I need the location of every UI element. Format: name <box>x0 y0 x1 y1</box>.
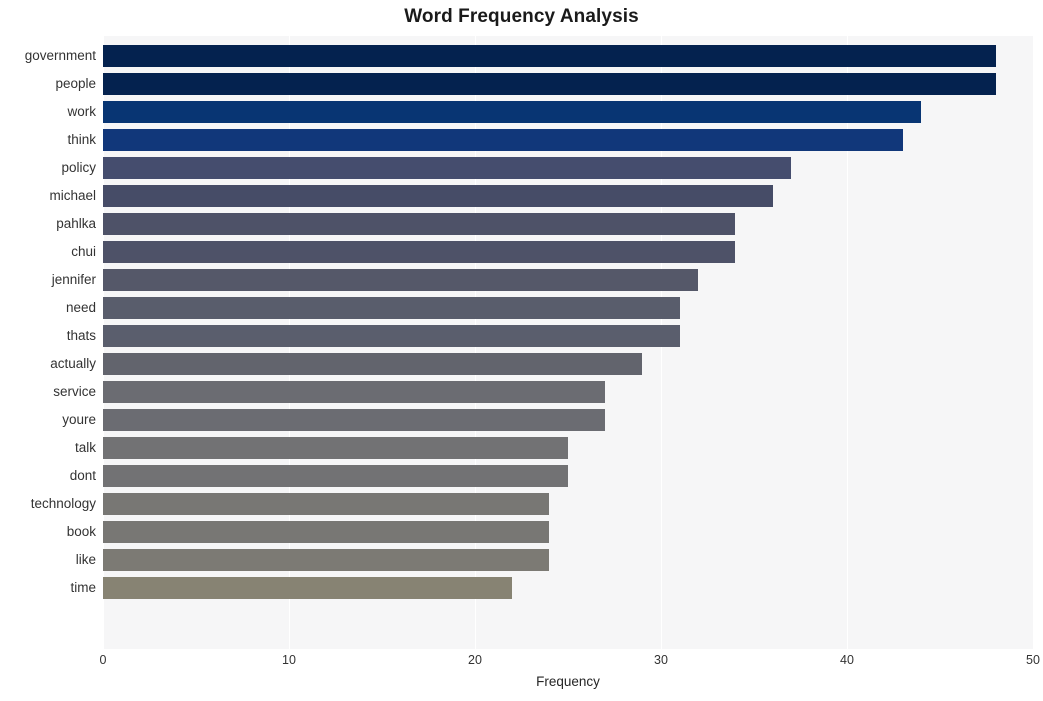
bar-row <box>103 294 1033 322</box>
bar-michael <box>103 185 773 207</box>
bar-row <box>103 42 1033 70</box>
bar-row <box>103 98 1033 126</box>
bar-think <box>103 129 903 151</box>
bar-row <box>103 546 1033 574</box>
y-axis-tick-labels: government people work think policy michael pa… <box>0 36 96 649</box>
bar-row <box>103 462 1033 490</box>
y-tick-label-work: work <box>67 104 96 119</box>
bar-thats <box>103 325 680 347</box>
x-axis-tick-labels: 0 10 20 30 40 50 <box>99 649 1040 675</box>
y-tick-label-like: like <box>75 552 96 567</box>
bar-service <box>103 381 606 403</box>
bar-row <box>103 266 1033 294</box>
x-tick-label-40: 40 <box>840 653 854 667</box>
y-tick-label-technology: technology <box>30 496 96 511</box>
bar-actually <box>103 353 643 375</box>
bar-need <box>103 297 680 319</box>
gridline-50 <box>1033 36 1034 649</box>
bar-row <box>103 434 1033 462</box>
bar-government <box>103 45 996 67</box>
bar-talk <box>103 437 568 459</box>
y-tick-label-policy: policy <box>61 160 96 175</box>
bar-chui <box>103 241 736 263</box>
bar-row <box>103 490 1033 518</box>
y-tick-label-government: government <box>24 48 96 63</box>
y-tick-label-book: book <box>66 524 96 539</box>
bar-row <box>103 406 1033 434</box>
plot-area <box>103 36 1034 649</box>
bar-row <box>103 210 1033 238</box>
bar-row <box>103 378 1033 406</box>
bar-work <box>103 101 922 123</box>
y-tick-label-need: need <box>65 300 96 315</box>
bar-youre <box>103 409 606 431</box>
x-tick-label-10: 10 <box>282 653 296 667</box>
y-tick-label-think: think <box>67 132 96 147</box>
bar-row <box>103 126 1033 154</box>
bar-technology <box>103 493 550 515</box>
y-tick-label-thats: thats <box>66 328 96 343</box>
y-tick-label-people: people <box>55 76 96 91</box>
y-tick-label-time: time <box>70 580 96 595</box>
bar-dont <box>103 465 568 487</box>
x-tick-label-30: 30 <box>654 653 668 667</box>
y-tick-label-michael: michael <box>49 188 96 203</box>
x-axis-label: Frequency <box>536 674 600 689</box>
bar-row <box>103 182 1033 210</box>
bar-row <box>103 322 1033 350</box>
bar-book <box>103 521 550 543</box>
x-tick-label-20: 20 <box>468 653 482 667</box>
y-tick-label-youre: youre <box>62 412 96 427</box>
y-tick-label-pahlka: pahlka <box>56 216 96 231</box>
bar-jennifer <box>103 269 699 291</box>
bar-row <box>103 518 1033 546</box>
y-tick-label-actually: actually <box>50 356 96 371</box>
bar-like <box>103 549 550 571</box>
word-frequency-chart: Word Frequency Analysis government people… <box>0 0 1043 701</box>
y-tick-label-talk: talk <box>74 440 96 455</box>
bar-row <box>103 154 1033 182</box>
bar-policy <box>103 157 792 179</box>
bar-row <box>103 574 1033 602</box>
bar-time <box>103 577 513 599</box>
x-tick-label-50: 50 <box>1026 653 1040 667</box>
bar-row <box>103 70 1033 98</box>
bar-people <box>103 73 996 95</box>
bar-row <box>103 238 1033 266</box>
y-tick-label-dont: dont <box>69 468 96 483</box>
x-tick-label-0: 0 <box>99 653 107 667</box>
chart-title: Word Frequency Analysis <box>404 6 639 27</box>
y-tick-label-chui: chui <box>71 244 96 259</box>
bar-row <box>103 350 1033 378</box>
bar-pahlka <box>103 213 736 235</box>
y-tick-label-service: service <box>53 384 96 399</box>
y-tick-label-jennifer: jennifer <box>51 272 96 287</box>
